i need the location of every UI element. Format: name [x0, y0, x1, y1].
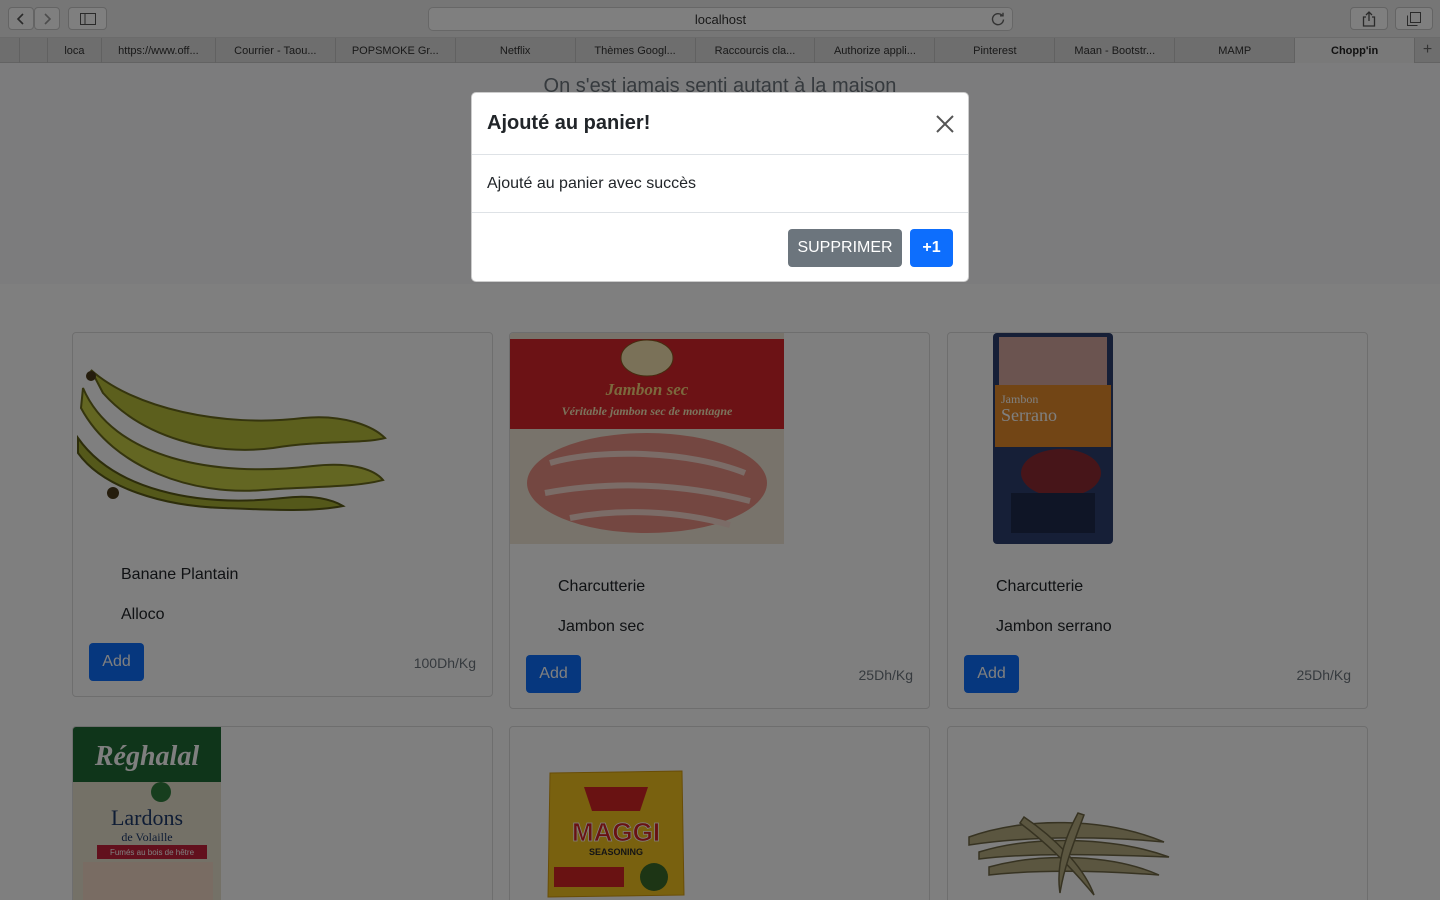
close-icon[interactable] [934, 113, 956, 135]
modal-body-text: Ajouté au panier avec succès [487, 175, 697, 192]
increment-button[interactable]: +1 [910, 229, 953, 267]
modal-title: Ajouté au panier! [487, 112, 651, 134]
cart-added-modal: Ajouté au panier! Ajouté au panier avec … [471, 92, 969, 282]
delete-button[interactable]: SUPPRIMER [788, 229, 902, 267]
modal-footer: SUPPRIMER +1 [472, 212, 968, 282]
modal-header: Ajouté au panier! [472, 93, 968, 155]
